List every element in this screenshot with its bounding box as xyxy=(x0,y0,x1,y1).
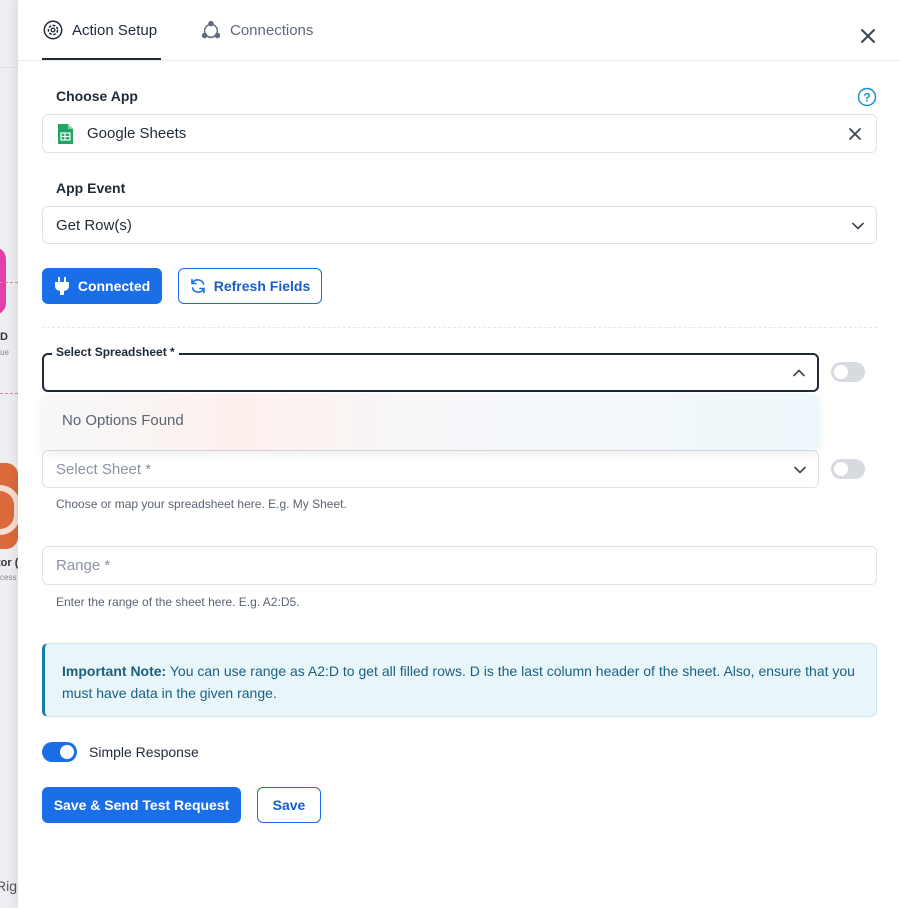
range-input[interactable]: Range * xyxy=(42,546,877,585)
spreadsheet-dropdown-menu: No Options Found xyxy=(42,394,819,450)
save-button[interactable]: Save xyxy=(257,787,321,823)
important-note: Important Note: You can use range as A2:… xyxy=(42,643,877,717)
choose-app-value: Google Sheets xyxy=(87,125,187,142)
connections-icon xyxy=(201,20,221,39)
clear-selection-icon[interactable] xyxy=(848,127,862,141)
node-title-fragment: tor ( xyxy=(0,557,18,569)
note-text: Important Note: You can use range as A2:… xyxy=(62,660,862,704)
note-body: You can use range as A2:D to get all fil… xyxy=(62,663,855,701)
connected-button[interactable]: Connected xyxy=(42,268,162,304)
plug-icon xyxy=(54,277,69,295)
select-sheet-select[interactable]: Select Sheet * xyxy=(42,450,819,488)
node-subtitle-fragment: ue xyxy=(0,348,9,357)
simple-response-label: Simple Response xyxy=(89,744,199,760)
workflow-node-pink xyxy=(0,247,6,315)
workflow-node-orange xyxy=(0,463,18,549)
select-spreadsheet-label: Select Spreadsheet * xyxy=(52,345,179,359)
tab-label: Action Setup xyxy=(72,22,158,39)
select-sheet-help: Choose or map your spreadsheet here. E.g… xyxy=(56,497,347,511)
choose-app-field[interactable]: Google Sheets xyxy=(42,114,877,153)
canvas-grid-line xyxy=(0,67,18,68)
close-icon[interactable] xyxy=(858,26,878,46)
google-sheets-icon xyxy=(58,124,73,144)
sheet-map-toggle[interactable] xyxy=(831,459,865,479)
chevron-down-icon xyxy=(794,466,806,474)
tab-connections[interactable]: Connections xyxy=(200,20,314,60)
app-event-value: Get Row(s) xyxy=(56,217,132,234)
save-send-test-button[interactable]: Save & Send Test Request xyxy=(42,787,241,823)
select-sheet-placeholder: Select Sheet * xyxy=(56,461,152,478)
save-send-test-label: Save & Send Test Request xyxy=(53,797,230,813)
connected-label: Connected xyxy=(77,278,151,294)
gear-icon xyxy=(43,20,63,40)
refresh-icon xyxy=(190,278,205,294)
simple-response-toggle[interactable] xyxy=(42,742,77,762)
section-divider xyxy=(42,327,877,328)
svg-text:?: ? xyxy=(863,91,870,105)
app-event-label: App Event xyxy=(56,180,126,196)
tab-label: Connections xyxy=(230,22,314,39)
connector-dashed-line xyxy=(0,282,18,283)
save-label: Save xyxy=(272,797,306,813)
refresh-fields-button[interactable]: Refresh Fields xyxy=(178,268,322,304)
node-subtitle-fragment: cess xyxy=(0,573,17,582)
range-help: Enter the range of the sheet here. E.g. … xyxy=(56,595,300,609)
panel-tabs: Action Setup Connections xyxy=(18,0,900,61)
connector-dashed-line xyxy=(0,393,18,394)
node-title-fragment: D xyxy=(0,331,8,343)
range-placeholder: Range * xyxy=(56,557,111,574)
tab-action-setup[interactable]: Action Setup xyxy=(42,20,162,60)
action-setup-panel: Action Setup Connections Choose App ? Go… xyxy=(18,0,900,908)
choose-app-label: Choose App xyxy=(56,88,138,104)
help-icon[interactable]: ? xyxy=(857,87,877,107)
app-event-select[interactable]: Get Row(s) xyxy=(42,206,877,244)
spreadsheet-map-toggle[interactable] xyxy=(831,362,865,382)
refresh-fields-label: Refresh Fields xyxy=(213,278,311,294)
chevron-down-icon xyxy=(852,222,864,230)
workflow-canvas-background: D ue tor ( cess Rig xyxy=(0,0,18,908)
note-title: Important Note: xyxy=(62,663,167,679)
canvas-bottom-text: Rig xyxy=(0,878,18,894)
no-options-message: No Options Found xyxy=(62,412,184,429)
chevron-up-icon xyxy=(793,369,805,377)
